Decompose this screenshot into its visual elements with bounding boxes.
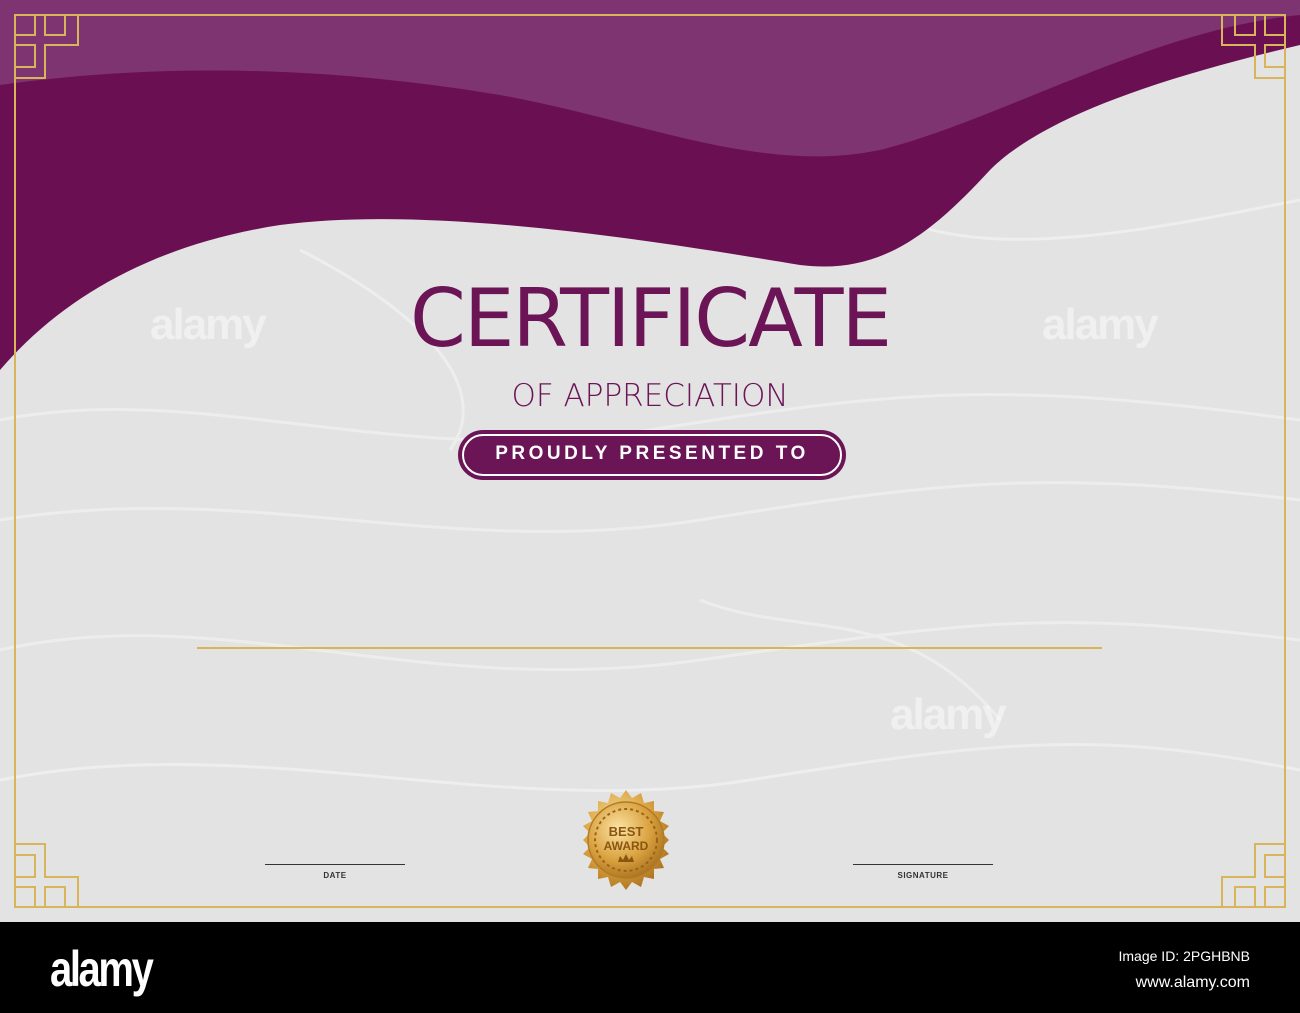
site-url: www.alamy.com [1135,974,1250,991]
signature-line [853,864,993,865]
date-line [265,864,405,865]
signature-label: SIGNATURE [897,871,949,880]
image-id: Image ID: 2PGHBNB [1118,948,1251,964]
seal-text-1: BEST [609,824,644,839]
footer: alamy Image ID: 2PGHBNB www.alamy.com [0,922,1300,1013]
presented-to-badge: PROUDLY PRESENTED TO [458,430,846,480]
alamy-logo: alamy [50,941,154,997]
recipient-name-line [197,647,1102,649]
watermark: alamy [890,690,1007,739]
certificate-subtitle: OF APPRECIATION [511,378,789,414]
date-label: DATE [323,871,347,880]
certificate: alamy alamy alamy alamy CERTIFICATE OF A… [0,0,1300,922]
seal-text-2: AWARD [604,839,649,853]
best-award-seal-icon: BEST AWARD [583,790,669,890]
certificate-title: CERTIFICATE [409,272,892,365]
presented-to-label: PROUDLY PRESENTED TO [495,443,809,464]
